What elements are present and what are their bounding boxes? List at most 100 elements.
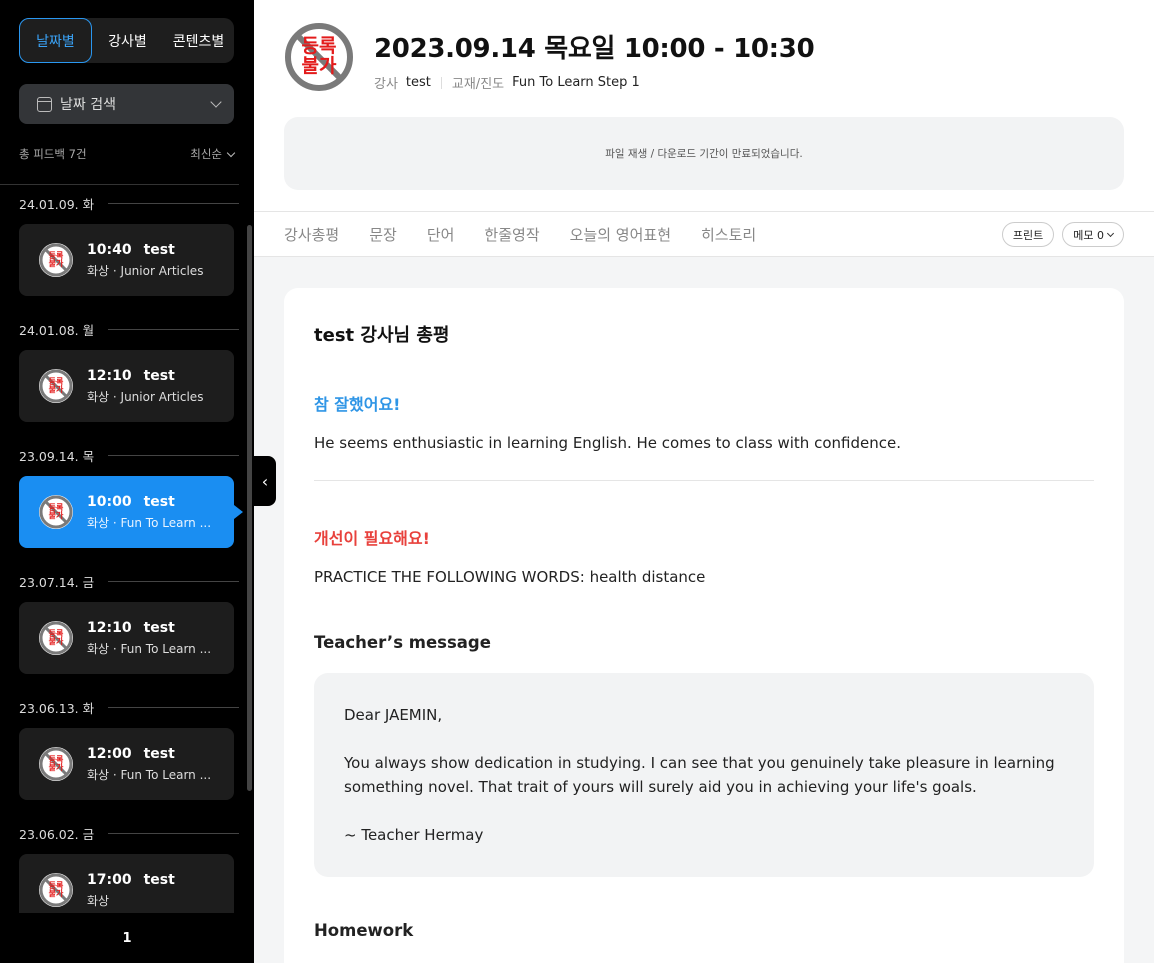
tab-sentences[interactable]: 문장 [369, 224, 397, 245]
unavailable-badge-icon: 등록 불가 [284, 22, 354, 92]
card-time: 12:00 [87, 745, 132, 762]
lesson-meta: 강사 test 교재/진도 Fun To Learn Step 1 [374, 73, 640, 92]
tab-today-expression[interactable]: 오늘의 영어표현 [570, 224, 671, 245]
unavailable-badge-icon: 등록 불가 [39, 495, 73, 529]
message-body-line: something novel. That trait of yours wil… [344, 778, 977, 796]
feedback-card[interactable]: 등록 불가 12:00 test 화상 · Fun To Learn ... [19, 728, 234, 800]
tab-by-content[interactable]: 콘텐츠별 [163, 18, 234, 63]
card-teacher: test [143, 745, 175, 762]
unavailable-badge-icon: 등록 불가 [39, 369, 73, 403]
chevron-left-icon: ‹ [261, 471, 269, 491]
card-title: 12:10 test [87, 368, 203, 384]
feedback-card[interactable]: 등록 불가 17:00 test 화상 [19, 854, 234, 913]
badge-text: 등록 불가 [48, 502, 64, 520]
message-signature: ~ Teacher Hermay [344, 826, 484, 844]
card-subtitle: 화상 · Junior Articles [87, 389, 204, 404]
pagination: 1 [0, 914, 254, 963]
improve-heading: 개선이 필요해요! [314, 529, 430, 548]
unavailable-badge-icon: 등록 불가 [39, 873, 73, 907]
badge-text: 등록 불가 [48, 628, 64, 646]
divider [314, 480, 1094, 481]
date-search-label: 날짜 검색 [60, 97, 116, 113]
sort-label: 최신순 [190, 147, 222, 161]
card-time: 10:00 [87, 493, 132, 510]
badge-text: 등록 불가 [48, 250, 64, 268]
feedback-group: 24.01.09. 화등록 불가 10:40 test 화상 · Junior Arti… [0, 185, 254, 311]
print-button[interactable]: 프린트 [1001, 222, 1055, 247]
card-title: 10:40 test [87, 242, 203, 258]
feedback-card[interactable]: 등록 불가 10:00 test 화상 · Fun To Learn ... [19, 476, 243, 548]
expired-notice: 파일 재생 / 다운로드 기간이 만료되었습니다. [284, 117, 1124, 190]
group-date: 23.06.02. 금 [19, 824, 239, 843]
card-teacher: test [143, 367, 175, 384]
collapse-sidebar-button[interactable]: ‹ [254, 456, 276, 506]
teacher-value: test [405, 75, 431, 90]
group-date: 24.01.08. 월 [19, 320, 239, 339]
unavailable-badge-icon: 등록 불가 [39, 621, 73, 655]
review-title: test 강사님 총평 [314, 325, 450, 346]
card-teacher: test [143, 619, 175, 636]
detail-tabs: 강사총평 문장 단어 한줄영작 오늘의 영어표현 히스토리 [284, 212, 756, 256]
card-subtitle: 화상 · Fun To Learn ... [87, 515, 212, 530]
group-date: 23.09.14. 목 [19, 446, 239, 465]
meta-separator [440, 76, 442, 89]
page-number[interactable]: 1 [122, 931, 131, 946]
card-title: 12:00 test [87, 746, 211, 762]
lesson-header: 등록 불가 2023.09.14 목요일 10:00 - 10:30 강사 tes… [254, 0, 1154, 257]
tab-by-teacher[interactable]: 강사별 [92, 18, 163, 63]
teacher-message-heading: Teacher’s message [314, 633, 491, 652]
scrollbar[interactable] [247, 225, 252, 791]
review-card: test 강사님 총평 참 잘했어요! He seems enthusiasti… [284, 288, 1124, 963]
tab-history[interactable]: 히스토리 [701, 224, 756, 245]
badge-text: 등록 불가 [301, 35, 337, 77]
tab-by-date[interactable]: 날짜별 [19, 18, 92, 63]
card-text: 17:00 test 화상 [87, 872, 175, 909]
card-time: 17:00 [87, 871, 132, 888]
list-meta: 총 피드백 7건 최신순 [19, 146, 236, 162]
feedback-group: 23.07.14. 금 등록 불가 12:10 test 화상 · Fun To Lear… [0, 563, 254, 689]
teacher-message-box: Dear JAEMIN, You always show dedication … [314, 673, 1094, 877]
good-heading: 참 잘했어요! [314, 395, 401, 414]
calendar-icon [37, 96, 52, 112]
feedback-card[interactable]: 등록 불가 12:10 test 화상 · Fun To Learn ... [19, 602, 234, 674]
card-teacher: test [143, 493, 175, 510]
date-search-dropdown[interactable]: 날짜 검색 [19, 84, 234, 124]
sort-dropdown[interactable]: 최신순 [190, 146, 236, 162]
card-text: 12:10 test 화상 · Fun To Learn ... [87, 620, 211, 657]
feedback-group: 24.01.08. 월등록 불가 12:10 test 화상 · Junior Arti… [0, 311, 254, 437]
feedback-card[interactable]: 등록 불가 12:10 test 화상 · Junior Articles [19, 350, 234, 422]
card-subtitle: 화상 · Fun To Learn ... [87, 767, 212, 782]
badge-text: 등록 불가 [48, 376, 64, 394]
card-title: 10:00 test [87, 494, 211, 510]
tab-overall-review[interactable]: 강사총평 [284, 224, 339, 245]
feedback-card[interactable]: 등록 불가 10:40 test 화상 · Junior Articles [19, 224, 234, 296]
feedback-group: 23.09.14. 목등록 불가 10:00 test 화상 · Fun To Lear… [0, 437, 254, 563]
tab-one-line-writing[interactable]: 한줄영작 [484, 224, 539, 245]
material-value: Fun To Learn Step 1 [512, 75, 640, 90]
chevron-down-icon [1106, 229, 1115, 237]
memo-dropdown[interactable]: 메모 0 [1062, 222, 1124, 247]
card-text: 12:00 test 화상 · Fun To Learn ... [87, 746, 211, 783]
chevron-down-icon [210, 96, 222, 108]
unavailable-badge-icon: 등록 불가 [39, 243, 73, 277]
card-subtitle: 화상 [87, 893, 110, 908]
card-text: 10:40 test 화상 · Junior Articles [87, 242, 203, 279]
detail-tabs-bar: 강사총평 문장 단어 한줄영작 오늘의 영어표현 히스토리 프린트 메모 0 [254, 211, 1154, 257]
feedback-list: 24.01.09. 화 등록 불가 10:40 test 화상 · Junior Arti… [0, 185, 254, 913]
card-text: 12:10 test 화상 · Junior Articles [87, 368, 203, 405]
card-title: 12:10 test [87, 620, 211, 636]
group-date: 23.06.13. 화 [19, 698, 239, 717]
card-teacher: test [143, 871, 175, 888]
card-teacher: test [143, 241, 175, 258]
lesson-title: 2023.09.14 목요일 10:00 - 10:30 [374, 34, 815, 64]
card-time: 12:10 [87, 619, 132, 636]
message-greeting: Dear JAEMIN, [344, 706, 443, 724]
tab-words[interactable]: 단어 [427, 224, 455, 245]
sidebar: 날짜별 강사별 콘텐츠별 날짜 검색 총 피드백 7건 최신순 24.01.09… [0, 0, 254, 963]
group-date: 24.01.09. 화 [19, 194, 239, 213]
card-text: 10:00 test 화상 · Fun To Learn ... [87, 494, 211, 531]
memo-label: 메모 0 [1073, 228, 1104, 242]
material-label: 교재/진도 [451, 77, 505, 92]
feedback-group: 23.06.02. 금등록 불가 17:00 test 화상 [0, 815, 254, 913]
message-body-line: You always show dedication in studying. … [344, 754, 1055, 772]
